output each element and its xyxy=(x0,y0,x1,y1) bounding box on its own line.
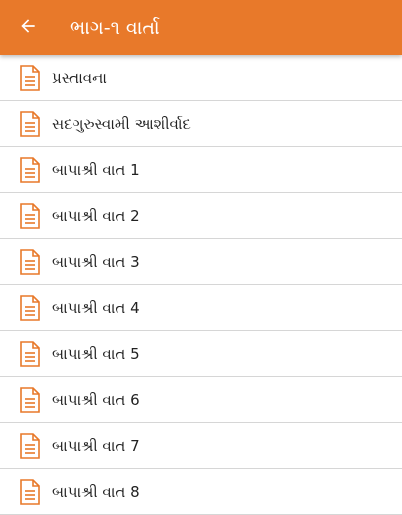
document-icon xyxy=(18,386,42,414)
list-item[interactable]: બાપાશ્રી વાત 3 xyxy=(0,239,402,285)
list-item-label: બાપાશ્રી વાત 6 xyxy=(52,390,140,409)
list-item-label: બાપાશ્રી વાત 7 xyxy=(52,436,140,455)
list-item-label: બાપાશ્રી વાત 8 xyxy=(52,482,140,501)
list-item-label: સદગુરુસ્વામી આશીર્વાદ xyxy=(52,114,191,133)
document-icon xyxy=(18,248,42,276)
document-icon xyxy=(18,64,42,92)
list-item-label: બાપાશ્રી વાત 2 xyxy=(52,206,140,225)
list-item-label: બાપાશ્રી વાત 1 xyxy=(52,160,140,179)
list-item[interactable]: બાપાશ્રી વાત 6 xyxy=(0,377,402,423)
document-icon xyxy=(18,340,42,368)
document-icon xyxy=(18,478,42,506)
arrow-left-icon xyxy=(18,16,38,40)
list-item-label: પ્રસ્તાવના xyxy=(52,68,107,87)
page-title: ભાગ-૧ વાર્તા xyxy=(70,16,160,39)
list-item[interactable]: બાપાશ્રી વાત 4 xyxy=(0,285,402,331)
list-item-label: બાપાશ્રી વાત 4 xyxy=(52,298,140,317)
document-icon xyxy=(18,294,42,322)
chapter-list: પ્રસ્તાવના સદગુરુસ્વામી આશીર્વાદ બાપાશ્ર… xyxy=(0,55,402,515)
document-icon xyxy=(18,202,42,230)
list-item[interactable]: સદગુરુસ્વામી આશીર્વાદ xyxy=(0,101,402,147)
list-item[interactable]: પ્રસ્તાવના xyxy=(0,55,402,101)
list-item-label: બાપાશ્રી વાત 5 xyxy=(52,344,140,363)
back-button[interactable] xyxy=(0,0,56,55)
document-icon xyxy=(18,110,42,138)
document-icon xyxy=(18,432,42,460)
document-icon xyxy=(18,156,42,184)
list-item-label: બાપાશ્રી વાત 3 xyxy=(52,252,140,271)
list-item[interactable]: બાપાશ્રી વાત 2 xyxy=(0,193,402,239)
list-item[interactable]: બાપાશ્રી વાત 1 xyxy=(0,147,402,193)
list-item[interactable]: બાપાશ્રી વાત 7 xyxy=(0,423,402,469)
list-item[interactable]: બાપાશ્રી વાત 5 xyxy=(0,331,402,377)
app-bar: ભાગ-૧ વાર્તા xyxy=(0,0,402,55)
list-item[interactable]: બાપાશ્રી વાત 8 xyxy=(0,469,402,515)
